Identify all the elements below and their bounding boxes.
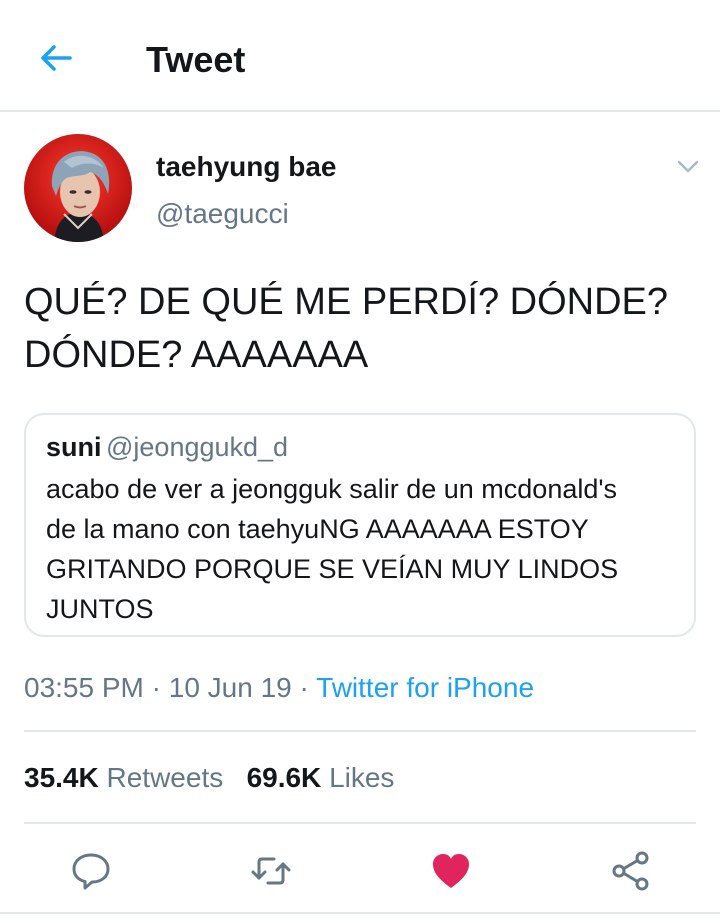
tweet-text-line: QUÉ? DE QUÉ ME PERDÍ? DÓNDE? — [24, 281, 669, 323]
retweets-label: Retweets — [106, 762, 224, 793]
tweet-meta: 03:55 PM · 10 Jun 19 · Twitter for iPhon… — [24, 670, 534, 706]
quoted-text-line: GRITANDO PORQUE SE VEÍAN MUY LINDOS — [46, 554, 619, 584]
meta-separator: · — [291, 672, 317, 703]
quoted-author-handle: @jeonggukd_d — [106, 432, 289, 462]
meta-separator: · — [143, 672, 169, 703]
retweets-count: 35.4K — [24, 762, 99, 793]
chevron-down-icon — [677, 160, 699, 173]
divider — [0, 912, 720, 914]
tweet-stats: 35.4K Retweets 69.6K Likes — [24, 760, 394, 796]
likes-stat[interactable]: 69.6K Likes — [247, 762, 395, 793]
quoted-text-line: JUNTOS — [46, 594, 154, 624]
retweets-stat[interactable]: 35.4K Retweets — [24, 762, 223, 793]
divider — [24, 730, 696, 732]
profile-photo — [24, 134, 132, 242]
avatar[interactable] — [24, 134, 132, 242]
author-name[interactable]: taehyung bae — [156, 150, 336, 184]
more-options-button[interactable] — [676, 154, 700, 178]
arrow-left-icon — [41, 45, 72, 71]
quoted-text-line: acabo de ver a jeongguk salir de un mcdo… — [46, 474, 618, 504]
author-handle[interactable]: @taegucci — [156, 197, 289, 231]
share-button[interactable] — [610, 850, 652, 892]
tweet-date: 10 Jun 19 — [168, 672, 292, 703]
top-bar: Tweet — [0, 0, 720, 112]
likes-label: Likes — [329, 762, 395, 793]
quoted-author-name: suni — [46, 432, 102, 462]
reply-icon — [72, 853, 110, 890]
retweet-icon — [251, 857, 291, 885]
share-icon — [612, 851, 649, 891]
quoted-text-line: de la mano con taehyuNG AAAAAAA ESTOY — [46, 514, 589, 544]
tweet-time: 03:55 PM — [24, 672, 144, 703]
reply-button[interactable] — [70, 850, 112, 892]
heart-icon — [433, 854, 469, 888]
tweet-text: QUÉ? DE QUÉ ME PERDÍ? DÓNDE? DÓNDE? AAAA… — [24, 276, 700, 382]
quoted-tweet-text: acabo de ver a jeongguk salir de un mcdo… — [46, 469, 676, 629]
like-button[interactable] — [430, 850, 472, 892]
retweet-button[interactable] — [250, 850, 292, 892]
tweet-source-link[interactable]: Twitter for iPhone — [316, 672, 534, 703]
tweet-text-line: DÓNDE? AAAAAAA — [24, 334, 369, 376]
quoted-tweet[interactable]: suni @jeonggukd_d acabo de ver a jeonggu… — [24, 413, 696, 637]
back-button[interactable] — [36, 38, 76, 78]
likes-count: 69.6K — [246, 762, 322, 793]
page-title: Tweet — [146, 39, 246, 80]
divider — [24, 822, 696, 824]
